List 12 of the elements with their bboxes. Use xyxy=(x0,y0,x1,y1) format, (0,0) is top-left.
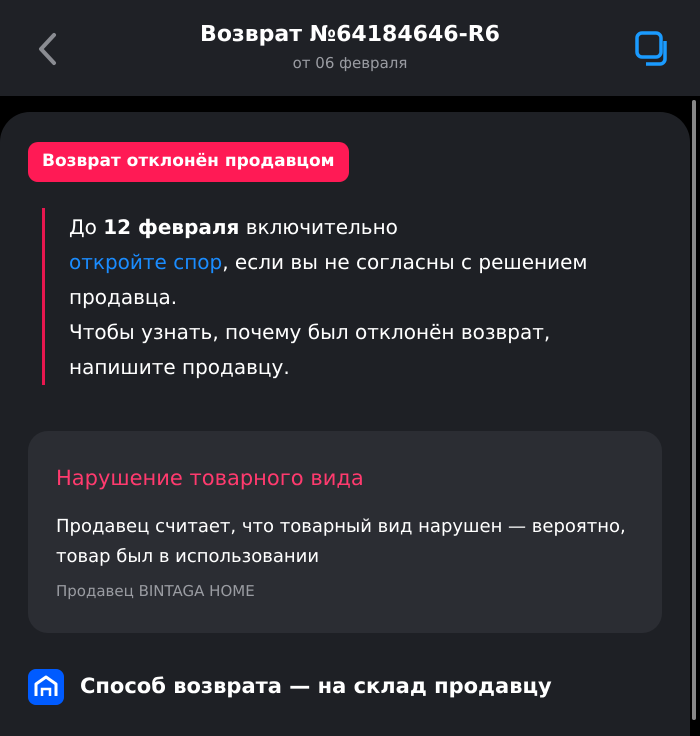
notice-text: До 12 февраля включительно откройте спор, если вы не согласны с решением продавца. xyxy=(69,214,588,310)
seller-name: Продавец BINTAGA HOME xyxy=(56,581,256,602)
reason-title: Нарушение товарного вида xyxy=(56,464,365,492)
back-button[interactable] xyxy=(36,32,58,66)
notice-text: Чтобы узнать, почему был отклонён возврат, напишите продавцу. xyxy=(69,318,552,380)
reason-text: Продавец считает, что товарный вид нарушен — вероятно, товар был в использовании xyxy=(56,515,627,569)
return-method-text: Способ возврата — на склад продавцу xyxy=(80,672,552,700)
page-title: Возврат №64184646-R6 xyxy=(200,22,500,48)
status-badge: Возврат отклонён продавцом xyxy=(28,142,349,182)
warehouse-icon xyxy=(28,668,64,704)
dispute-link[interactable]: откройте спор xyxy=(69,250,222,274)
page-subtitle: от 06 февраля xyxy=(292,52,408,74)
